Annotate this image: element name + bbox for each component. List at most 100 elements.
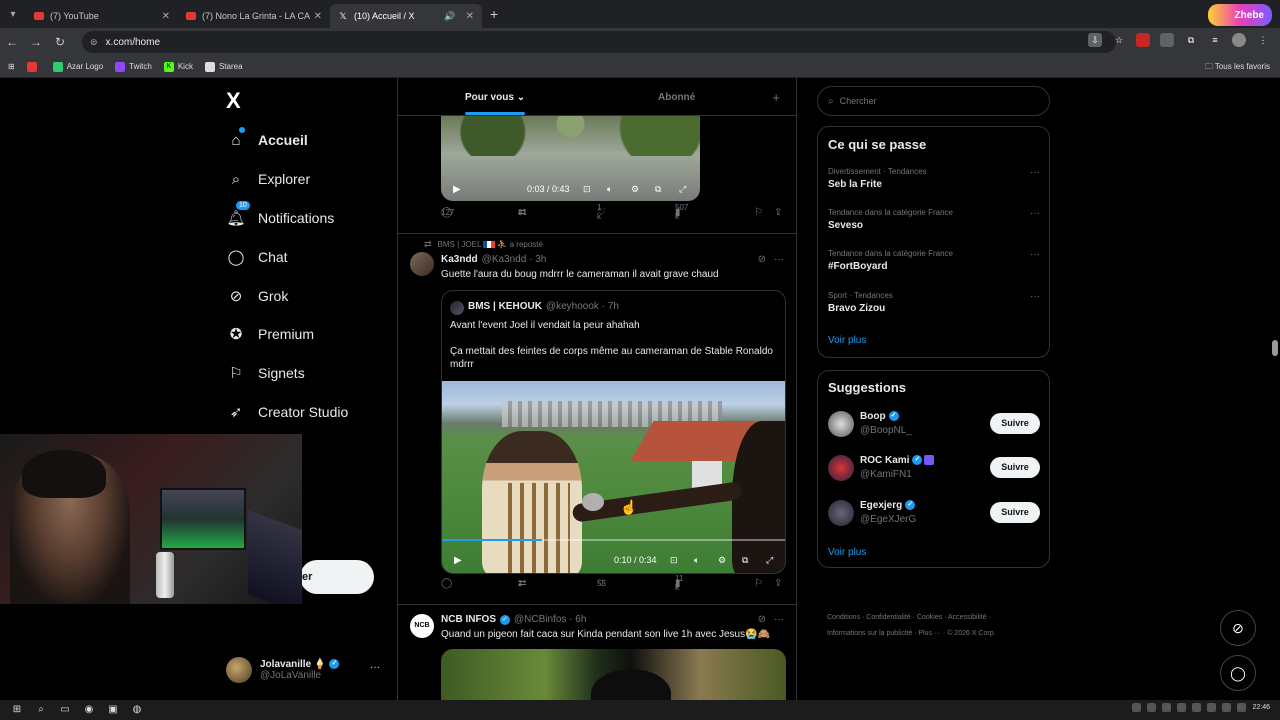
pip-icon[interactable]: ⧉ — [655, 184, 661, 195]
more-icon[interactable]: ··· — [774, 614, 784, 625]
quoted-tweet[interactable]: BMS | KEHOUK @keyhoook · 7h Avant l'even… — [441, 290, 786, 574]
bookmark-kick[interactable]: K Kick — [163, 61, 193, 72]
follow-button[interactable]: Suivre — [990, 502, 1040, 523]
more-icon[interactable]: ··· — [774, 254, 784, 265]
chat-fab[interactable]: ◯ — [1220, 655, 1256, 691]
pip-icon[interactable]: ⧉ — [742, 555, 748, 566]
more-icon[interactable]: ··· — [1030, 291, 1040, 302]
tray-icon[interactable] — [1162, 703, 1172, 712]
fullscreen-icon[interactable]: ⤢ — [766, 555, 773, 566]
post-button[interactable]: er — [300, 560, 374, 594]
volume-icon[interactable]: 🔈︎ — [694, 555, 699, 566]
tab-x-home[interactable]: 𝕏 (10) Accueil / X 🔊 ✕ — [330, 4, 482, 28]
bookmark-azar[interactable]: Azar Logo — [52, 61, 103, 72]
play-icon[interactable]: ▶ — [454, 555, 462, 566]
tab-youtube[interactable]: (7) YouTube ✕ — [26, 4, 178, 28]
install-icon[interactable]: ⇩ — [1088, 33, 1102, 47]
search-input[interactable]: ⌕ Chercher — [817, 86, 1050, 116]
tray-icon[interactable] — [1207, 703, 1217, 712]
extension-icon[interactable] — [1136, 33, 1150, 47]
terminal-icon[interactable]: ▣ — [106, 703, 120, 717]
trend-item[interactable]: Sport · Tendances Bravo Zizou ··· — [828, 291, 1040, 314]
nav-explore[interactable]: ⌕ Explorer — [226, 167, 310, 191]
author-handle[interactable]: @NCBinfos — [514, 614, 566, 625]
close-icon[interactable]: ✕ — [466, 11, 474, 22]
tweet-video[interactable]: ▶ 0:03 / 0:43 ⊡ 🔈︎ ⚙ ⧉ ⤢ — [441, 116, 700, 201]
all-bookmarks[interactable]: 🗀 Tous les favoris — [1205, 61, 1270, 75]
scrollbar[interactable] — [1272, 340, 1278, 356]
captions-icon[interactable]: ⊡ — [670, 555, 678, 566]
more-icon[interactable]: ··· — [370, 662, 380, 673]
play-icon[interactable]: ▶ — [453, 184, 461, 195]
star-icon[interactable]: ☆ — [1112, 33, 1126, 47]
tab-search-icon[interactable]: ▾ — [0, 0, 26, 28]
url-field[interactable]: ⊜ x.com/home — [82, 31, 1116, 53]
footer-links[interactable]: Conditions · Confidentialité · Cookies ·… — [827, 610, 1047, 642]
show-more-link[interactable]: Voir plus — [828, 335, 866, 346]
close-icon[interactable]: ✕ — [162, 11, 170, 22]
avatar[interactable]: NCB — [410, 614, 434, 638]
menu-icon[interactable]: ⋮ — [1256, 33, 1270, 47]
tweet-video[interactable] — [441, 649, 786, 700]
add-feed-icon[interactable]: + — [772, 90, 780, 105]
avatar[interactable] — [1232, 33, 1246, 47]
search-icon[interactable]: ⌕ — [34, 703, 48, 717]
nav-premium[interactable]: ✪ Premium — [226, 322, 314, 346]
site-info-icon[interactable]: ⊜ — [90, 37, 98, 48]
trend-item[interactable]: Tendance dans la catégorie France Seveso… — [828, 208, 1040, 231]
nav-bookmarks[interactable]: ⚐ Signets — [226, 361, 304, 385]
fullscreen-icon[interactable]: ⤢ — [679, 184, 686, 195]
suggestion-item[interactable]: Egexjerg ✓ @EgeXJerG Suivre — [828, 496, 1040, 530]
windows-start-icon[interactable]: ⊞ — [10, 703, 24, 717]
tab-nono[interactable]: (7) Nono La Grinta - LA CAME ✕ — [178, 4, 330, 28]
volume-icon[interactable]: 🔈︎ — [607, 184, 612, 195]
bookmark-youtube[interactable] — [26, 61, 41, 72]
tray-icon[interactable] — [1132, 703, 1142, 712]
follow-button[interactable]: Suivre — [990, 413, 1040, 434]
x-logo[interactable]: X — [226, 88, 241, 114]
settings-icon[interactable]: ⚙ — [631, 184, 639, 195]
nav-chat[interactable]: ◯ Chat — [226, 245, 288, 269]
suggestion-item[interactable]: ROC Kami ✓ @KamiFN1 Suivre — [828, 451, 1040, 485]
avatar[interactable] — [410, 252, 434, 276]
tray-icon[interactable] — [1177, 703, 1187, 712]
grok-icon[interactable]: ⊘ — [758, 254, 766, 265]
quote-video[interactable]: ☝ ▶ 0:10 / 0:34 ⊡ 🔈︎ ⚙ ⧉ ⤢ — [442, 381, 785, 573]
tweet-time[interactable]: · 6h — [569, 614, 586, 625]
chrome-icon[interactable]: ◉ — [82, 703, 96, 717]
apps-icon[interactable]: ⊞ — [8, 62, 15, 71]
author-name[interactable]: Ka3ndd — [441, 254, 478, 265]
forward-icon[interactable]: → — [24, 35, 48, 49]
author-handle[interactable]: @Ka3ndd — [482, 254, 527, 265]
extension-icon[interactable] — [1160, 33, 1174, 47]
new-tab-button[interactable]: + — [490, 6, 498, 22]
speaker-icon[interactable]: 🔊 — [444, 11, 455, 22]
reload-icon[interactable]: ↻ — [48, 35, 72, 49]
account-switcher[interactable]: Jolavanille 🍦 ✓ @JoLaVanille ··· — [226, 656, 386, 684]
media-icon[interactable]: ≡ — [1208, 33, 1222, 47]
bookmark-starea[interactable]: Starea — [204, 61, 243, 72]
back-icon[interactable]: ← — [0, 35, 24, 49]
trend-item[interactable]: Tendance dans la catégorie France #FortB… — [828, 249, 1040, 272]
show-more-link[interactable]: Voir plus — [828, 547, 866, 558]
video-progress[interactable] — [442, 539, 785, 541]
nav-creator-studio[interactable]: ➶ Creator Studio — [226, 400, 349, 424]
trend-item[interactable]: Divertissement · Tendances Seb la Frite … — [828, 167, 1040, 190]
author-name[interactable]: NCB INFOS — [441, 614, 496, 625]
grok-icon[interactable]: ⊘ — [758, 614, 766, 625]
follow-button[interactable]: Suivre — [990, 457, 1040, 478]
clock[interactable]: 22:46 — [1252, 704, 1270, 711]
bookmark-twitch[interactable]: Twitch — [115, 61, 152, 72]
captions-icon[interactable]: ⊡ — [583, 184, 591, 195]
close-icon[interactable]: ✕ — [314, 11, 322, 22]
nav-notifications[interactable]: 🔔︎ 10 Notifications — [226, 201, 334, 230]
discord-icon[interactable]: ◍ — [130, 703, 144, 717]
tab-for-you[interactable]: Pour vous ⌄ — [465, 92, 525, 103]
more-icon[interactable]: ··· — [1030, 167, 1040, 178]
suggestion-item[interactable]: Boop ✓ @BoopNL_ Suivre — [828, 407, 1040, 441]
tweet-time[interactable]: · 3h — [529, 254, 546, 265]
tab-following[interactable]: Abonné — [658, 92, 695, 103]
tray-icon[interactable] — [1147, 703, 1157, 712]
volume-icon[interactable] — [1237, 703, 1247, 712]
more-icon[interactable]: ··· — [1030, 249, 1040, 260]
